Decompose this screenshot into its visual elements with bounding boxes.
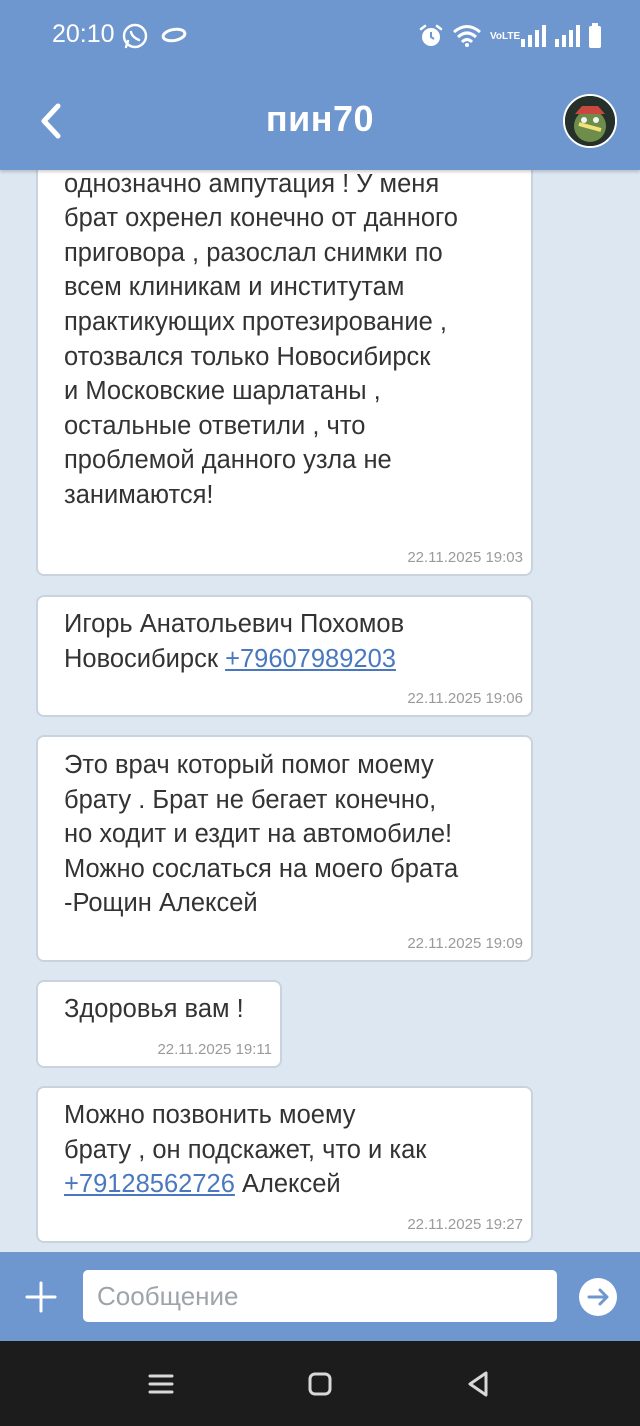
- send-arrow-icon[interactable]: [578, 1277, 618, 1317]
- message-text: местные ижевские врачи сказали однозначн…: [64, 170, 458, 509]
- message-text: Можно позвонить моему брату , он подскаж…: [64, 1098, 515, 1202]
- signal-icon: [521, 25, 546, 47]
- system-nav-bar: [0, 1341, 640, 1426]
- avatar[interactable]: [563, 94, 617, 148]
- message-list[interactable]: местные ижевские врачи сказали однозначн…: [0, 170, 640, 1252]
- message-text-part: Можно позвонить моему брату , он подскаж…: [64, 1101, 427, 1164]
- message-timestamp: 22.11.2025 19:09: [407, 935, 523, 952]
- message-timestamp: 22.11.2025 19:06: [407, 690, 523, 707]
- battery-icon: [589, 23, 601, 48]
- chat-header: пин70: [0, 72, 640, 170]
- message-text: Это врач который помог моему брату . Бра…: [64, 751, 459, 918]
- volte-label: VoLTE: [490, 30, 521, 42]
- wifi-icon: [453, 25, 481, 47]
- back-triangle-icon[interactable]: [462, 1367, 496, 1401]
- whatsapp-icon: [122, 23, 148, 49]
- status-bar: 20:10 VoLTE: [0, 0, 640, 70]
- avatar-image: [565, 96, 615, 146]
- status-time: 20:10: [52, 20, 115, 48]
- message-bubble: Игорь Анатольевич Похомов Новосибирск +7…: [36, 595, 533, 717]
- message-text: Игорь Анатольевич Похомов Новосибирск +7…: [64, 607, 515, 676]
- menu-icon[interactable]: [144, 1367, 178, 1401]
- composer-bar: [0, 1252, 640, 1341]
- page-title: пин70: [265, 98, 375, 139]
- message-bubble: местные ижевские врачи сказали однозначн…: [36, 170, 533, 576]
- phone-link[interactable]: +79128562726: [64, 1170, 235, 1198]
- plus-icon[interactable]: [24, 1280, 58, 1314]
- ring-icon: [161, 27, 187, 43]
- alarm-icon: [419, 24, 443, 46]
- message-timestamp: 22.11.2025 19:11: [157, 1041, 272, 1058]
- phone-link[interactable]: +79607989203: [225, 645, 396, 673]
- message-bubble: Можно позвонить моему брату , он подскаж…: [36, 1086, 533, 1243]
- message-text-part: Алексей: [234, 1170, 341, 1199]
- home-icon[interactable]: [303, 1367, 337, 1401]
- message-bubble: Здоровья вам ! 22.11.2025 19:11: [36, 980, 282, 1068]
- message-timestamp: 22.11.2025 19:03: [407, 549, 523, 566]
- message-bubble: Это врач который помог моему брату . Бра…: [36, 735, 533, 962]
- message-text: Здоровья вам !: [64, 995, 244, 1023]
- signal-icon-2: [555, 25, 580, 47]
- message-timestamp: 22.11.2025 19:27: [407, 1216, 523, 1233]
- top-bar: 20:10 VoLTE пин70: [0, 0, 640, 170]
- message-input[interactable]: [83, 1270, 557, 1322]
